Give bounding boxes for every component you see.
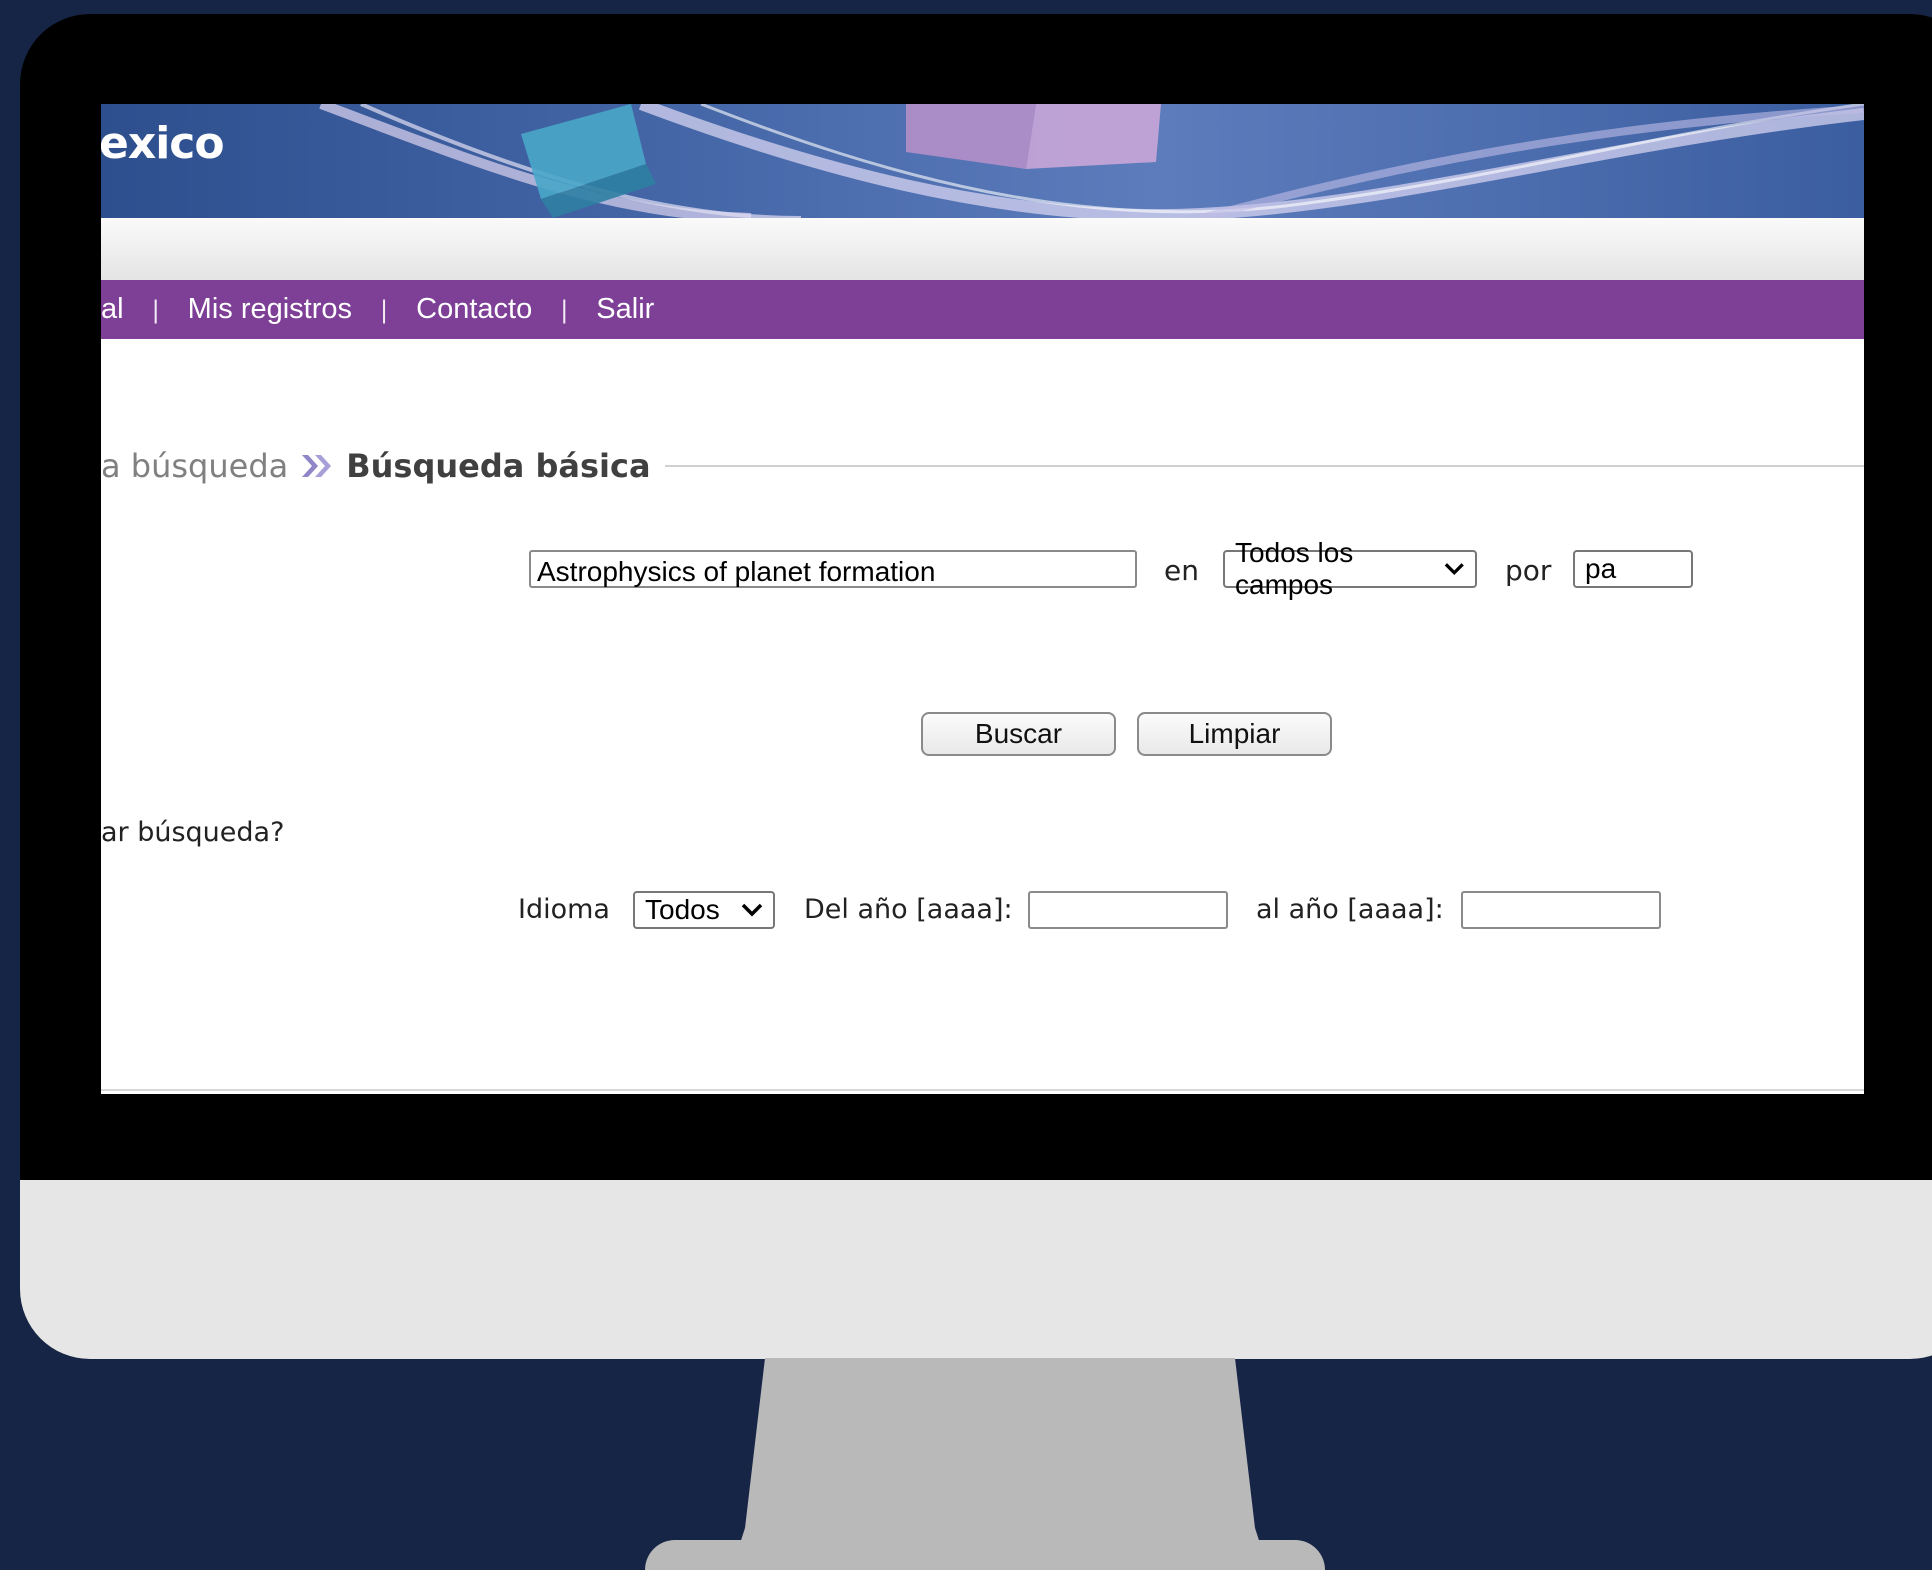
field-select[interactable]: Todos los campos [1223,537,1477,600]
nav-separator: | [560,295,569,324]
field-select-value: Todos los campos [1235,537,1354,600]
to-year-label: al año [aaaa]: [1256,894,1444,925]
page-title: Búsqueda básica [346,447,651,485]
browser-screen: exico al | Mis registros | Contacto | Sa… [101,104,1864,1094]
refine-search-question[interactable]: ar búsqueda? [101,817,284,848]
clear-button[interactable]: Limpiar [1137,712,1332,756]
content-divider [101,1089,1864,1091]
from-year-input[interactable] [1028,891,1228,929]
nav-item-inicio[interactable]: al [101,293,124,326]
chevron-down-icon [1445,563,1465,576]
monitor-chin [20,1180,1932,1359]
nav-item-salir[interactable]: Salir [596,293,654,326]
language-label: Idioma [518,894,610,925]
search-input[interactable]: Astrophysics of planet formation [529,550,1137,588]
language-select[interactable]: Todos [633,891,775,929]
language-select-value: Todos [645,894,720,925]
chevron-down-icon [741,903,763,917]
by-select[interactable]: pa [1573,550,1693,588]
by-select-value: pa [1585,553,1617,584]
from-year-label: Del año [aaaa]: [804,894,1013,925]
search-button[interactable]: Buscar [921,712,1116,756]
monitor-stand-foot [645,1540,1325,1570]
site-banner: exico [101,104,1864,218]
to-year-input[interactable] [1461,891,1661,929]
nav-separator: | [151,295,160,324]
nav-item-mis-registros[interactable]: Mis registros [188,293,352,326]
banner-decoration [319,104,1864,218]
monitor-stand [735,1358,1265,1559]
nav-item-contacto[interactable]: Contacto [416,293,532,326]
breadcrumb-previous[interactable]: a búsqueda [101,447,288,485]
nav-separator: | [380,295,389,324]
main-nav: al | Mis registros | Contacto | Salir [101,280,1864,339]
breadcrumb-divider [664,465,1864,467]
in-label: en [1164,554,1199,587]
breadcrumb: a búsqueda Búsqueda básica [101,447,1864,485]
double-chevron-right-icon [300,453,334,479]
sub-header-bar [101,218,1864,280]
by-label: por [1505,554,1552,587]
site-title: exico [101,118,225,169]
